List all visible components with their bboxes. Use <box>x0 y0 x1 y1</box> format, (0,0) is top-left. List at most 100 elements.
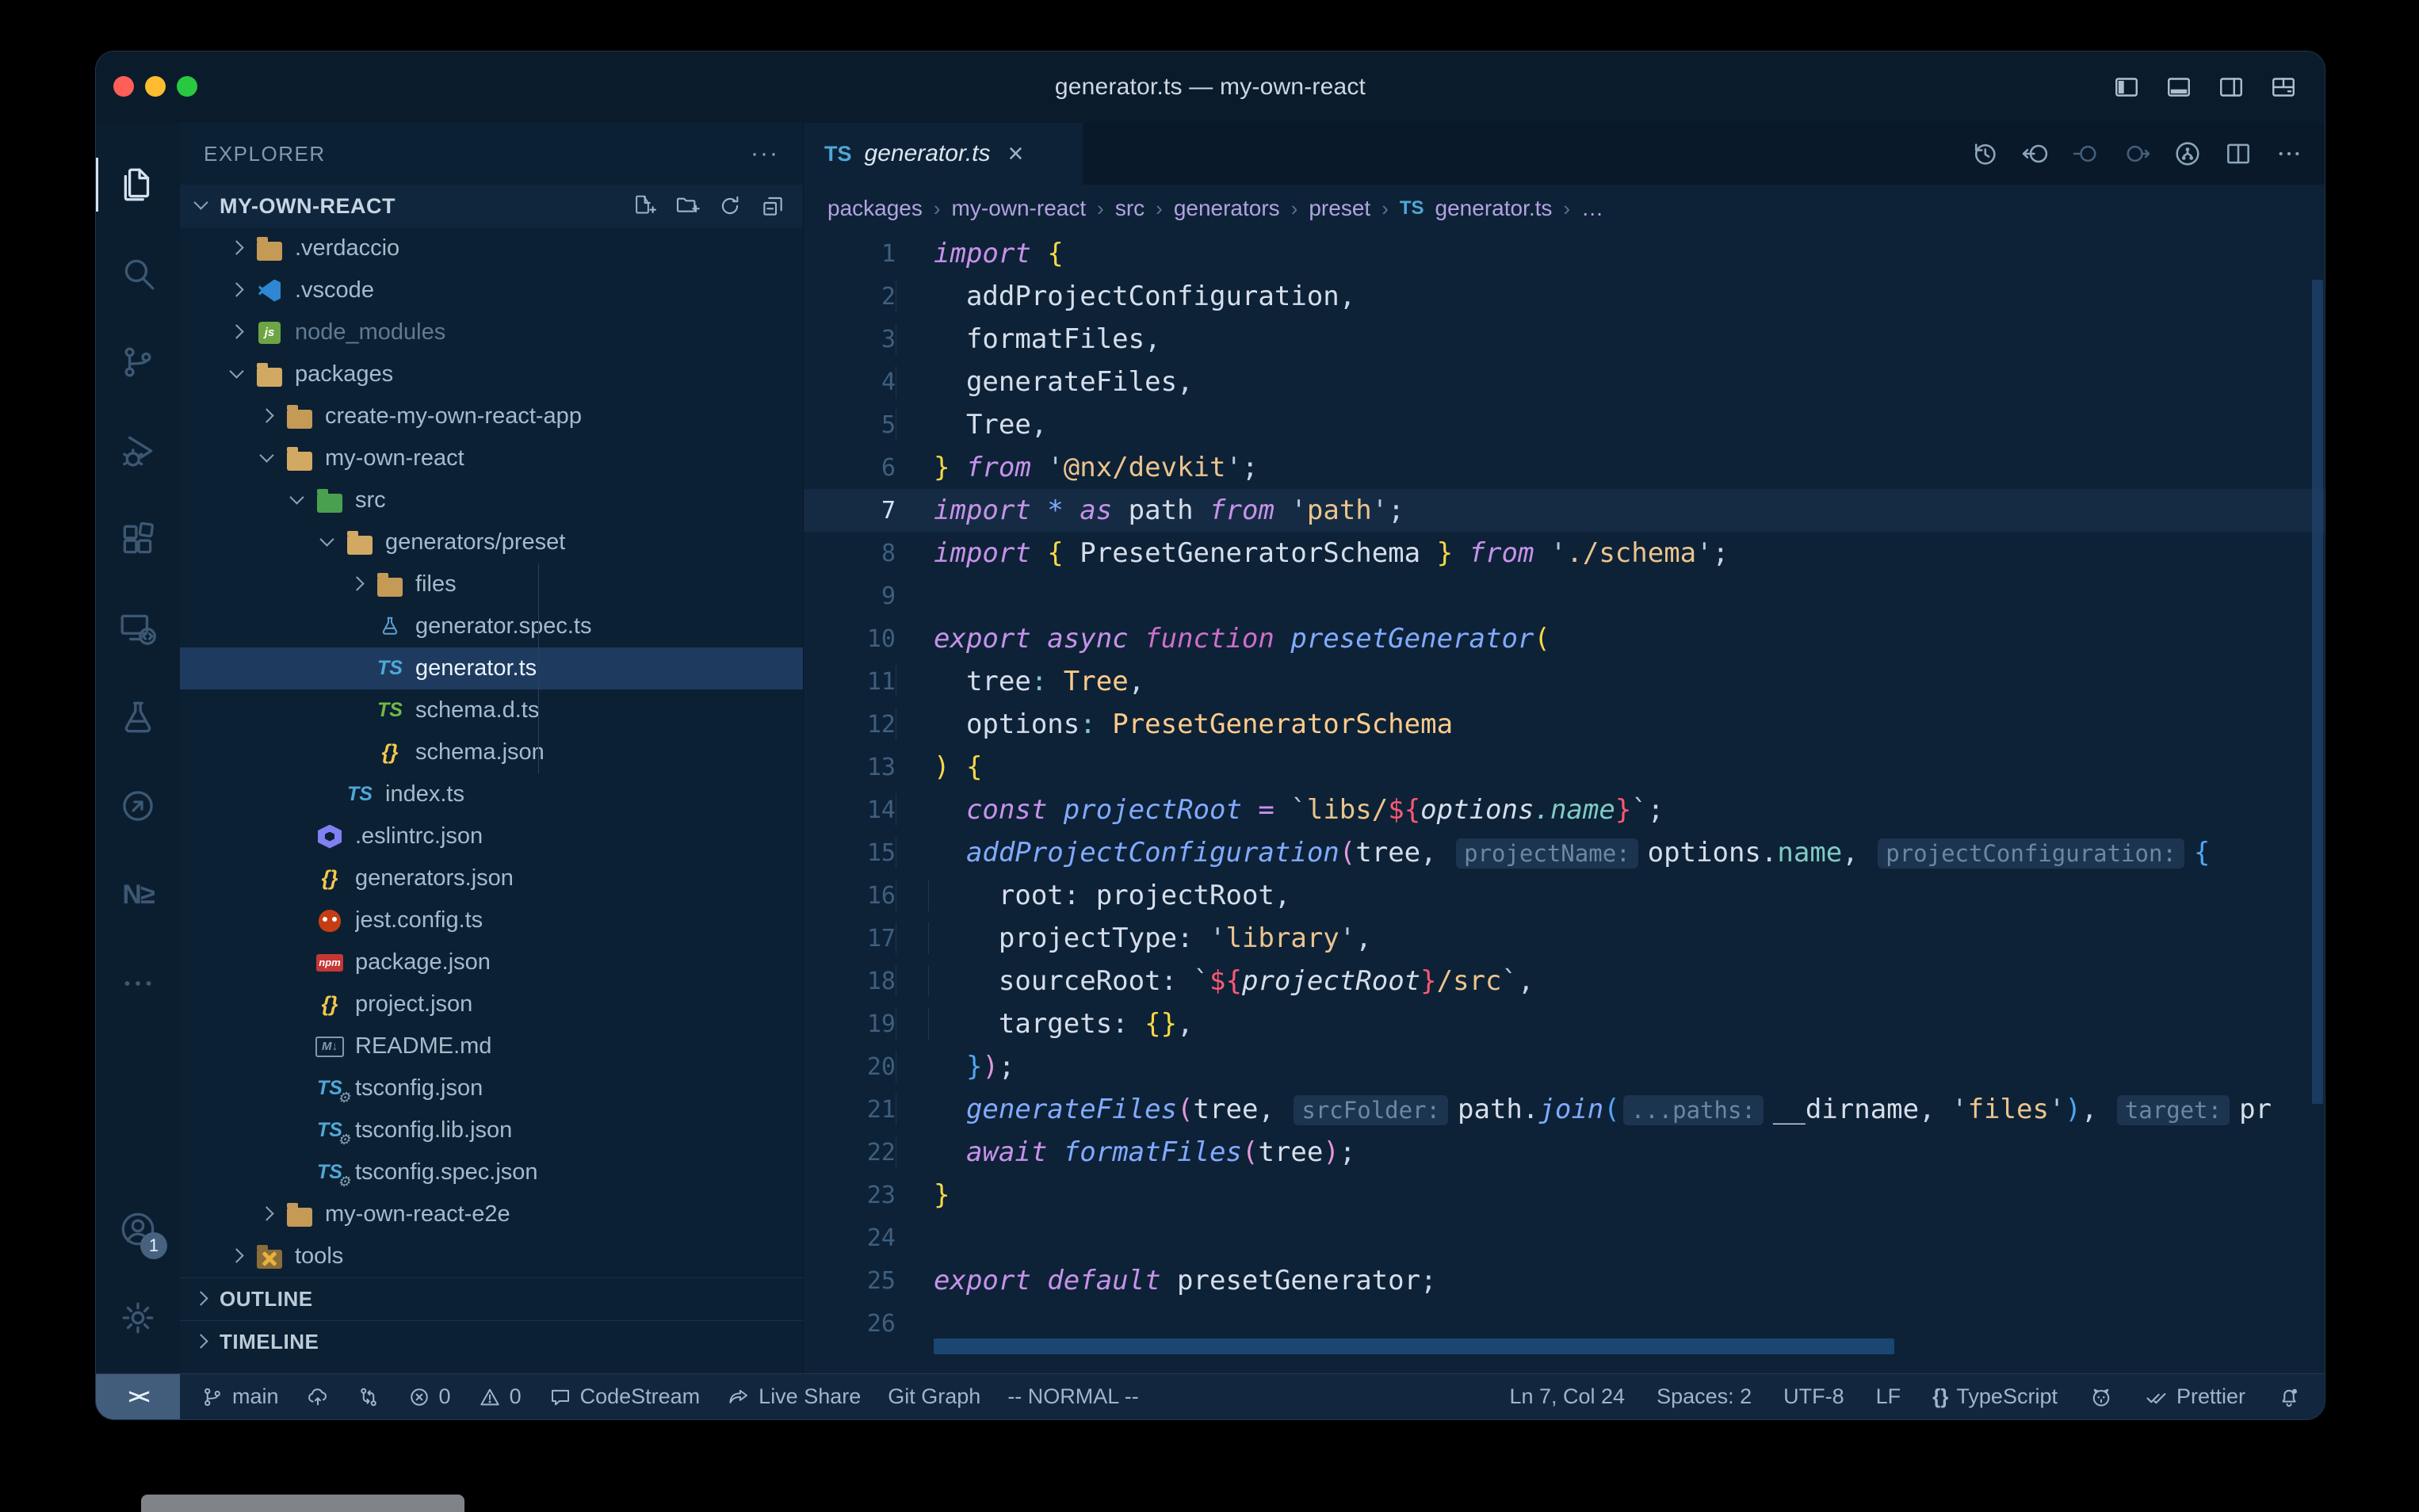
status-item--normal-[interactable]: -- NORMAL -- <box>1007 1384 1138 1409</box>
token-strq: ' <box>1210 922 1225 954</box>
tree-item-tsconfig-spec-json[interactable]: TS⚙tsconfig.spec.json <box>180 1151 803 1193</box>
activity-source-control[interactable] <box>96 318 180 407</box>
activity-search[interactable] <box>96 229 180 318</box>
new-file-button-icon[interactable] <box>632 193 657 219</box>
sidebar-more-actions-button[interactable]: ··· <box>751 140 779 167</box>
history-button-icon[interactable] <box>1970 139 2000 169</box>
status-item-main[interactable]: main <box>201 1384 279 1409</box>
tree-item-tools[interactable]: tools <box>180 1235 803 1277</box>
close-window-button[interactable] <box>113 76 134 97</box>
activity-extensions[interactable] <box>96 495 180 584</box>
status-item-ln-7-col-24[interactable]: Ln 7, Col 24 <box>1509 1384 1625 1409</box>
activity-testing[interactable] <box>96 673 180 762</box>
tree-item-generators-preset[interactable]: generators/preset <box>180 521 803 563</box>
activity-more-views[interactable] <box>96 939 180 1028</box>
breadcrumb-item[interactable]: packages <box>827 196 923 221</box>
status-item-prettier[interactable]: Prettier <box>2145 1384 2245 1409</box>
tree-item-packages[interactable]: packages <box>180 353 803 395</box>
title-bar[interactable]: generator.ts — my-own-react <box>96 52 2325 123</box>
tree-item-my-own-react[interactable]: my-own-react <box>180 437 803 479</box>
vertical-scrollbar[interactable] <box>2312 280 2323 1104</box>
activity-explorer[interactable] <box>96 140 180 229</box>
status-item-0[interactable]: 0 <box>407 1384 451 1409</box>
code-line-5: 5 Tree, <box>804 403 2325 446</box>
panel-header-timeline[interactable]: TIMELINE <box>180 1320 803 1363</box>
breadcrumb-item[interactable]: generators <box>1174 196 1280 221</box>
tree-item-generator-spec-ts[interactable]: generator.spec.ts <box>180 605 803 647</box>
tree-item-generators-json[interactable]: {}generators.json <box>180 857 803 899</box>
activity-remote-explorer[interactable] <box>96 584 180 673</box>
folder-open-icon <box>346 529 374 557</box>
status-item-lf[interactable]: LF <box>1876 1384 1901 1409</box>
tab-generator-ts[interactable]: TSgenerator.ts× <box>804 123 1083 185</box>
layout-sidebar-right-icon[interactable] <box>2217 73 2245 101</box>
tree-item-project-json[interactable]: {}project.json <box>180 983 803 1025</box>
git-circle-button-icon[interactable] <box>2173 139 2203 169</box>
breadcrumb-file[interactable]: generator.ts <box>1435 196 1553 221</box>
split-button-icon[interactable] <box>2223 139 2253 169</box>
tree-item-files[interactable]: files <box>180 563 803 605</box>
layout-panel-icon[interactable] <box>2165 73 2193 101</box>
chevron-spacer <box>287 869 306 888</box>
project-section-header[interactable]: MY-OWN-REACT <box>180 185 803 227</box>
status-item-octoface[interactable] <box>2089 1385 2113 1409</box>
status-item-git-compare[interactable] <box>357 1385 380 1409</box>
tree-item-src[interactable]: src <box>180 479 803 521</box>
tree-item-tsconfig-json[interactable]: TS⚙tsconfig.json <box>180 1067 803 1109</box>
zoom-window-button[interactable] <box>177 76 197 97</box>
remote-indicator[interactable]: >< <box>96 1374 180 1419</box>
tree-item-schema-json[interactable]: {}schema.json <box>180 731 803 773</box>
status-item-spaces-2[interactable]: Spaces: 2 <box>1657 1384 1752 1409</box>
breadcrumb-item[interactable]: my-own-react <box>952 196 1087 221</box>
chevron-spacer <box>287 953 306 972</box>
tree-item-node-modules[interactable]: jsnode_modules <box>180 311 803 353</box>
breadcrumb-item[interactable]: src <box>1115 196 1145 221</box>
more-dots-button-icon[interactable] <box>2274 139 2304 169</box>
activity-run-debug[interactable] <box>96 407 180 495</box>
tree-item-package-json[interactable]: npmpackage.json <box>180 941 803 983</box>
layout-sidebar-icon[interactable] <box>2112 73 2141 101</box>
tree-item-my-own-react-e2e[interactable]: my-own-react-e2e <box>180 1193 803 1235</box>
tree-item-generator-ts[interactable]: TSgenerator.ts <box>180 647 803 689</box>
tree-item-create-my-own-react-app[interactable]: create-my-own-react-app <box>180 395 803 437</box>
breadcrumb-item[interactable]: preset <box>1309 196 1370 221</box>
tree-item-schema-d-ts[interactable]: TSschema.d.ts <box>180 689 803 731</box>
status-item-bell-dot[interactable] <box>2277 1385 2301 1409</box>
status-item-utf-8[interactable]: UTF-8 <box>1783 1384 1844 1409</box>
back-circle-button-icon[interactable] <box>2020 139 2050 169</box>
node-icon: js <box>255 319 284 347</box>
status-item-typescript[interactable]: {}TypeScript <box>1932 1384 2058 1409</box>
code-line-14: 14 const projectRoot = `libs/${options.n… <box>804 788 2325 831</box>
circle-right-button-icon[interactable] <box>2122 139 2152 169</box>
status-item-codestream[interactable]: CodeStream <box>548 1384 701 1409</box>
panel-header-outline[interactable]: OUTLINE <box>180 1277 803 1320</box>
close-tab-button[interactable]: × <box>1008 139 1024 170</box>
circle-left-button-icon[interactable] <box>2071 139 2101 169</box>
activity-accounts[interactable]: 1 <box>96 1185 180 1273</box>
horizontal-scrollbar[interactable] <box>934 1338 1894 1354</box>
token-var: formatFiles <box>934 323 1145 355</box>
minimize-window-button[interactable] <box>145 76 166 97</box>
new-folder-button-icon[interactable] <box>674 193 700 219</box>
status-item-live-share[interactable]: Live Share <box>727 1384 861 1409</box>
layout-grid-icon[interactable] <box>2269 73 2298 101</box>
breadcrumb-symbol-more[interactable]: … <box>1581 196 1603 221</box>
status-item-0[interactable]: 0 <box>478 1384 522 1409</box>
activity-gitlens[interactable] <box>96 762 180 850</box>
tree-item-jest-config-ts[interactable]: jest.config.ts <box>180 899 803 941</box>
chevron-spacer <box>347 743 366 762</box>
code-editor[interactable]: 1import {2 addProjectConfiguration,3 for… <box>804 232 2325 1373</box>
tree-item-tsconfig-lib-json[interactable]: TS⚙tsconfig.lib.json <box>180 1109 803 1151</box>
tree-item--eslintrc-json[interactable]: .eslintrc.json <box>180 815 803 857</box>
tree-item-index-ts[interactable]: TSindex.ts <box>180 773 803 815</box>
collapse-all-button-icon[interactable] <box>760 193 785 219</box>
activity-settings[interactable] <box>96 1273 180 1362</box>
refresh-button-icon[interactable] <box>717 193 743 219</box>
status-left: main 0 0 CodeStream Live Share Git Graph -- NO… <box>180 1384 1139 1409</box>
status-item-cloud-upload[interactable] <box>306 1385 330 1409</box>
activity-nx-console[interactable]: N≥ <box>96 850 180 939</box>
tree-item--verdaccio[interactable]: .verdaccio <box>180 227 803 269</box>
status-item-git-graph[interactable]: Git Graph <box>888 1384 980 1409</box>
tree-item-readme-md[interactable]: M↓README.md <box>180 1025 803 1067</box>
tree-item--vscode[interactable]: .vscode <box>180 269 803 311</box>
